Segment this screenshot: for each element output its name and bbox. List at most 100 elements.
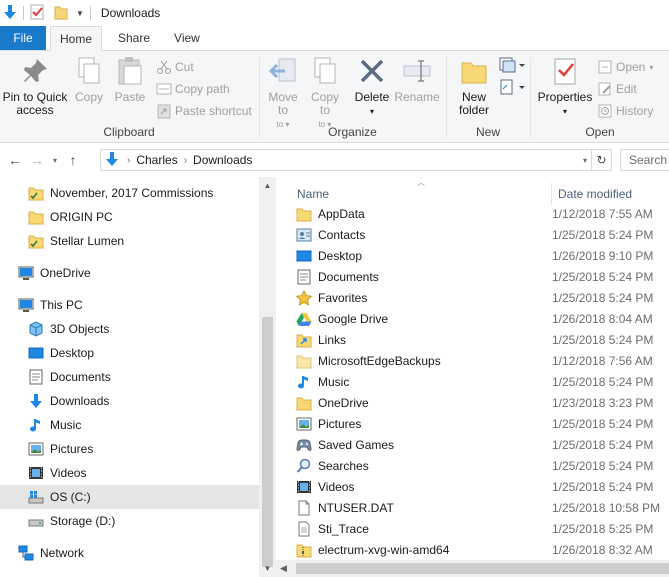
documents-icon — [296, 269, 312, 285]
nav-item-storage-d[interactable]: Storage (D:) — [0, 509, 259, 533]
new-item-icon[interactable] — [499, 57, 525, 76]
file-row[interactable]: NTUSER.DAT 1/25/2018 10:58 PM — [296, 497, 669, 518]
nav-item-documents[interactable]: Documents — [0, 365, 259, 389]
new-group: New folder New — [447, 51, 529, 143]
file-row[interactable]: MicrosoftEdgeBackups 1/12/2018 7:56 AM — [296, 350, 669, 371]
open-group: Properties ▾ Open ▾ Edit History Open — [531, 51, 669, 143]
download-arrow-icon[interactable] — [3, 4, 17, 23]
text-file-icon — [296, 521, 312, 537]
drive-icon — [28, 513, 44, 529]
paste-shortcut-icon — [156, 103, 172, 119]
column-header-name[interactable]: Name — [297, 183, 551, 205]
file-row[interactable]: Videos 1/25/2018 5:24 PM — [296, 476, 669, 497]
pictures-icon — [296, 416, 312, 432]
links-icon — [296, 332, 312, 348]
scrollbar-thumb[interactable] — [296, 563, 669, 574]
file-row[interactable]: Sti_Trace 1/25/2018 5:25 PM — [296, 518, 669, 539]
copy-path-icon — [156, 81, 172, 97]
nav-item-pictures[interactable]: Pictures — [0, 437, 259, 461]
nav-item-3d-objects[interactable]: 3D Objects — [0, 317, 259, 341]
delete-button[interactable]: Delete ▾ — [354, 55, 390, 118]
up-button[interactable]: ↑ — [62, 149, 84, 171]
file-row[interactable]: Pictures 1/25/2018 5:24 PM — [296, 413, 669, 434]
column-header-date-modified[interactable]: Date modified — [558, 183, 669, 205]
navigation-pane: November, 2017 Commissions ORIGIN PC Ste… — [0, 177, 259, 577]
nav-item-origin-pc[interactable]: ORIGIN PC — [0, 205, 259, 229]
file-row[interactable]: OneDrive 1/23/2018 3:23 PM — [296, 392, 669, 413]
nav-item-music[interactable]: Music — [0, 413, 259, 437]
tab-view[interactable]: View — [166, 26, 208, 50]
window-title: Downloads — [100, 6, 161, 20]
move-to-button[interactable]: Move to to ▾ — [264, 55, 302, 131]
file-row[interactable]: Google Drive 1/26/2018 8:04 AM — [296, 308, 669, 329]
copy-path-button[interactable]: Copy path — [156, 79, 230, 99]
file-row[interactable]: Contacts 1/25/2018 5:24 PM — [296, 224, 669, 245]
file-row[interactable]: Searches 1/25/2018 5:24 PM — [296, 455, 669, 476]
download-arrow-icon — [105, 151, 119, 170]
scissors-icon — [156, 59, 172, 75]
nav-item-stellar-lumen[interactable]: Stellar Lumen — [0, 229, 259, 253]
file-row[interactable]: Documents 1/25/2018 5:24 PM — [296, 266, 669, 287]
properties-button[interactable]: Properties ▾ — [535, 55, 595, 118]
rename-button[interactable]: Rename — [394, 55, 440, 104]
properties-checklist-icon[interactable] — [30, 4, 44, 23]
file-row[interactable]: Favorites 1/25/2018 5:24 PM — [295, 287, 669, 308]
move-to-icon — [267, 55, 299, 87]
navigation-bar: ← → ▾ ↑ › Charles › Downloads ▾ ↻ Search — [0, 143, 669, 177]
tab-home[interactable]: Home — [50, 26, 102, 51]
forward-button[interactable]: → — [26, 149, 48, 171]
open-button[interactable]: Open ▾ — [597, 57, 653, 77]
customize-toolbar-chevron-icon[interactable]: ▼ — [76, 9, 84, 18]
nav-item-downloads[interactable]: Downloads — [0, 389, 259, 413]
scrollbar-thumb[interactable] — [262, 317, 273, 567]
file-row[interactable]: Saved Games 1/25/2018 5:24 PM — [296, 434, 669, 455]
navigation-pane-scrollbar[interactable]: ▲ ▼ — [259, 177, 276, 577]
paste-button[interactable]: Paste — [112, 55, 148, 104]
nav-item-november-commissions[interactable]: November, 2017 Commissions — [0, 181, 259, 205]
title-bar: ▼ Downloads — [0, 0, 669, 26]
address-bar[interactable]: › Charles › Downloads ▾ ↻ — [100, 149, 612, 171]
back-button[interactable]: ← — [4, 149, 26, 171]
scroll-left-arrow-icon[interactable]: ◀ — [280, 560, 287, 577]
refresh-icon[interactable]: ↻ — [591, 150, 611, 170]
scroll-up-arrow-icon[interactable]: ▲ — [259, 177, 276, 194]
nav-item-network[interactable]: Network — [0, 541, 259, 565]
file-row[interactable]: Desktop 1/26/2018 9:10 PM — [296, 245, 669, 266]
recent-locations-chevron-icon[interactable]: ▾ — [48, 149, 62, 171]
file-row[interactable]: electrum-xvg-win-amd64 1/26/2018 8:32 AM — [296, 539, 669, 560]
pin-to-quick-access-button[interactable]: Pin to Quick access — [0, 55, 70, 117]
properties-icon — [549, 55, 581, 87]
address-dropdown-chevron-icon[interactable]: ▾ — [583, 156, 587, 165]
file-row[interactable]: AppData 1/12/2018 7:55 AM — [296, 203, 669, 224]
network-icon — [18, 545, 34, 561]
cut-button[interactable]: Cut — [156, 57, 194, 77]
copy-button[interactable]: Copy — [72, 55, 106, 104]
nav-item-videos[interactable]: Videos — [0, 461, 259, 485]
zip-icon — [296, 542, 312, 558]
file-list-horizontal-scrollbar[interactable]: ◀ — [276, 560, 669, 577]
copy-to-button[interactable]: Copy to to ▾ — [306, 55, 344, 131]
edit-button[interactable]: Edit — [597, 79, 637, 99]
desktop-icon — [28, 345, 44, 361]
nav-item-desktop[interactable]: Desktop — [0, 341, 259, 365]
breadcrumb-charles[interactable]: Charles — [136, 153, 177, 167]
new-folder-button[interactable]: New folder — [451, 55, 497, 117]
file-row[interactable]: Links 1/25/2018 5:24 PM — [296, 329, 669, 350]
paste-shortcut-button[interactable]: Paste shortcut — [156, 101, 252, 121]
nav-item-os-c[interactable]: OS (C:) — [0, 485, 259, 509]
tab-share[interactable]: Share — [102, 26, 166, 50]
tab-file[interactable]: File — [0, 26, 46, 50]
cloud-icon — [18, 265, 34, 281]
new-folder-quick-icon[interactable] — [54, 4, 68, 23]
easy-access-icon[interactable] — [499, 79, 525, 98]
file-icon — [296, 500, 312, 516]
breadcrumb-downloads[interactable]: Downloads — [193, 153, 252, 167]
search-input[interactable]: Search — [620, 149, 669, 171]
nav-item-onedrive[interactable]: OneDrive — [0, 261, 259, 285]
history-button[interactable]: History — [597, 101, 653, 121]
pin-icon — [19, 55, 51, 87]
nav-item-this-pc[interactable]: This PC — [0, 293, 259, 317]
folder-check-icon — [28, 233, 44, 249]
file-row[interactable]: Music 1/25/2018 5:24 PM — [296, 371, 669, 392]
scroll-down-arrow-icon[interactable]: ▼ — [259, 560, 276, 577]
